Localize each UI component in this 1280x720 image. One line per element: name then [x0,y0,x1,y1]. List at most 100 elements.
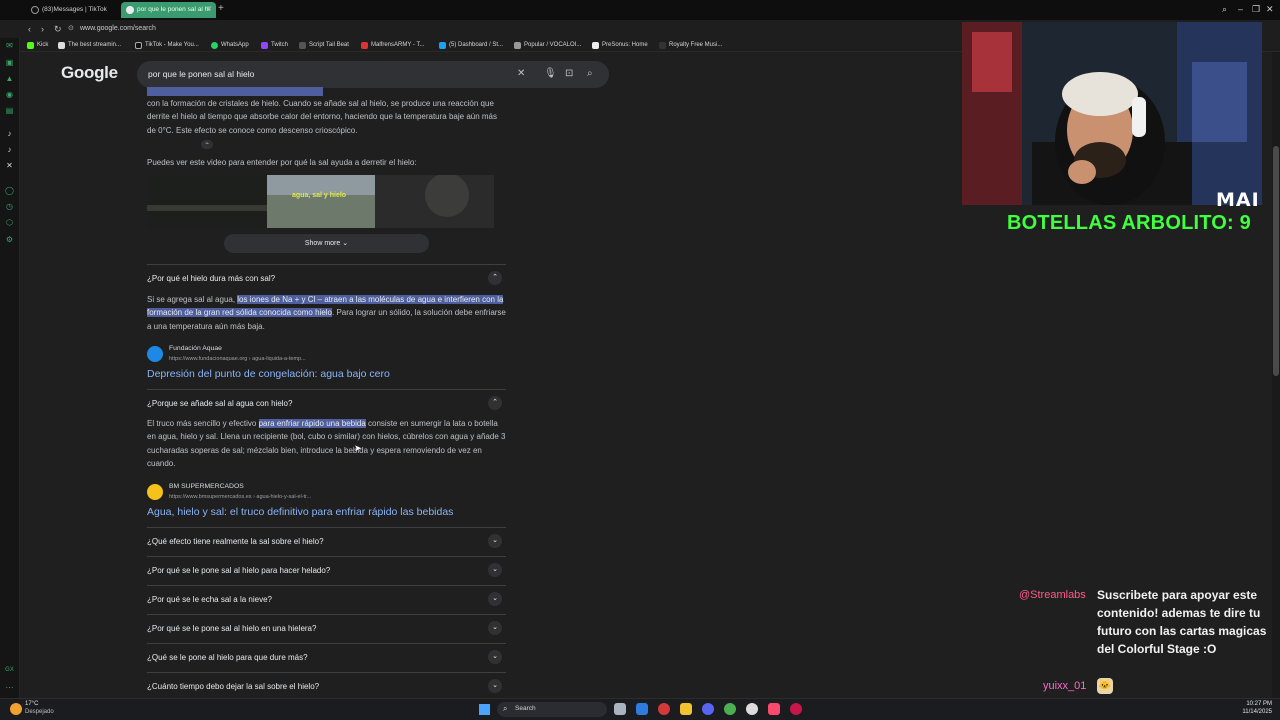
bookmark-whatsapp[interactable]: WhatsApp [211,40,249,50]
sidebar-more-icon[interactable]: ⋯ [5,683,14,692]
back-icon[interactable]: ‹ [28,23,31,35]
sidebar-discord-icon[interactable]: ◉ [5,90,14,99]
bookmark-presonus[interactable]: PreSonus: Home [592,40,648,50]
chevron-down-icon[interactable]: ⌄ [488,679,502,693]
chevron-up-icon[interactable]: ⌃ [488,271,502,285]
tab-google-search[interactable]: por que le ponen sal al hi ✕ [121,2,216,18]
restore-button[interactable]: ❐ [1252,3,1260,15]
source-url[interactable]: https://www.fundacionaquae.org › agua-li… [169,356,306,362]
bookmark-malfrens[interactable]: MalfrensARMY - T... [361,40,424,50]
link-icon[interactable]: ⌁ [201,140,213,149]
source-favicon [147,484,163,500]
task-view-icon[interactable] [614,703,626,715]
browser-sidebar: ✉ ▣ ▲ ◉ ▤ ♪ ♪ ✕ ◯ ◷ ⬡ ⚙ GX ⋯ [0,38,20,698]
video-thumbnail[interactable]: agua, sal y hielo [147,175,494,228]
sidebar-tiktok-icon[interactable]: ♪ [5,129,14,138]
opera-gx-icon[interactable] [658,703,670,715]
windows-start-icon[interactable] [479,704,490,715]
clear-icon[interactable]: ✕ [517,68,525,80]
minimize-button[interactable]: – [1238,3,1243,15]
tab-label: por que le ponen sal al hi [137,6,210,13]
bookmark-streaming[interactable]: The best streamin... [58,40,121,50]
bookmark-royalty-free[interactable]: Royalty Free Musi... [659,40,722,50]
microphone-icon[interactable]: 🎙 [544,68,557,80]
search-icon[interactable]: ⌕ [587,68,593,80]
question-expanded-1[interactable]: ¿Por qué el hielo dura más con sal? ⌃ [147,264,506,293]
question-title: ¿Por qué el hielo dura más con sal? [147,274,276,283]
clock-time[interactable]: 10:27 PM [1242,701,1272,707]
chevron-down-icon: ⌄ [342,240,349,247]
show-more-button[interactable]: Show more ⌄ [224,234,429,253]
sidebar-twitch-icon[interactable]: ▣ [5,58,14,67]
intro-text: con la formación de cristales de hielo. … [147,99,497,135]
forward-icon[interactable]: › [41,23,44,35]
reload-icon[interactable]: ↻ [54,23,62,35]
search-input[interactable]: por que le ponen sal al hielo [148,69,254,79]
result-link[interactable]: Agua, hielo y sal: el truco definitivo p… [147,506,453,518]
bookmark-vocaloid[interactable]: Popular / VOCALOI... [514,40,581,50]
chevron-up-icon[interactable]: ⌃ [488,396,502,410]
chevron-down-icon[interactable]: ⌄ [488,592,502,606]
windows-taskbar: 17°C Despejado ⌕ Search 10:27 PM 11/14/2… [0,698,1280,720]
chevron-down-icon[interactable]: ⌄ [488,621,502,635]
page-scrollbar[interactable] [1272,52,1280,698]
scrollbar-thumb[interactable] [1273,146,1279,376]
source-name: BM SUPERMERCADOS [169,483,244,490]
question-expanded-2[interactable]: ¿Porque se añade sal al agua con hielo? … [147,389,506,418]
chevron-down-icon[interactable]: ⌄ [488,650,502,664]
close-window-button[interactable]: ✕ [1266,3,1274,15]
result-link[interactable]: Depresión del punto de congelación: agua… [147,368,390,380]
weather-temperature: 17°C [25,701,39,707]
tab-tiktok[interactable]: (83)Messages | TikTok [26,2,118,18]
bookmark-tiktok[interactable]: TikTok - Make You... [135,40,199,50]
search-icon: ⌕ [503,704,508,713]
google-icon [126,6,134,14]
sidebar-extensions-icon[interactable]: ⬡ [5,218,14,227]
sidebar-chat-icon[interactable]: ▤ [5,106,14,115]
chat-message: Suscribete para apoyar este contenido! a… [1097,588,1267,656]
search-tabs-icon[interactable]: ⌕ [1222,3,1227,15]
taskbar-search[interactable]: ⌕ Search [497,702,607,717]
sidebar-settings-icon[interactable]: ⚙ [5,235,14,244]
sidebar-player-icon[interactable]: ▲ [5,74,14,83]
browser-tab-bar: (83)Messages | TikTok por que le ponen s… [0,0,1280,20]
chatgpt-icon[interactable] [746,703,758,715]
question-collapsed[interactable]: ¿Por qué se le pone sal al hielo para ha… [147,556,506,585]
bookmark-twitch[interactable]: Twitch [261,40,288,50]
bookmark-dashboard[interactable]: (5) Dashboard / St... [439,40,503,50]
file-explorer-icon[interactable] [680,703,692,715]
clock-date[interactable]: 11/14/2025 [1232,709,1272,715]
url-field[interactable]: www.google.com/search [80,24,156,34]
music-icon[interactable] [768,703,780,715]
question-collapsed[interactable]: ¿Qué efecto tiene realmente la sal sobre… [147,527,506,556]
edge-icon[interactable] [636,703,648,715]
lens-icon[interactable]: ⊡ [565,68,573,80]
cat-emote-icon: 🐱 [1097,678,1113,694]
weather-icon[interactable] [10,703,22,715]
webcam-label: MAI [1216,189,1260,211]
sidebar-x-icon[interactable]: ✕ [5,161,14,170]
bookmark-script[interactable]: Script Tail Beat [299,40,349,50]
source-url[interactable]: https://www.bmsupermercados.es › agua-hi… [169,494,311,500]
sidebar-gx-icon[interactable]: GX [5,666,14,675]
close-tab-icon[interactable]: ✕ [206,2,212,18]
question-collapsed[interactable]: ¿Por qué se le echa sal a la nieve? ⌄ [147,585,506,614]
sidebar-player2-icon[interactable]: ◯ [5,186,14,195]
sidebar-history-icon[interactable]: ◷ [5,202,14,211]
chevron-down-icon[interactable]: ⌄ [488,534,502,548]
chrome-icon[interactable] [724,703,736,715]
question-collapsed[interactable]: ¿Qué se le pone al hielo para que dure m… [147,643,506,672]
sidebar-messenger-icon[interactable]: ✉ [5,41,14,50]
bookmark-kick[interactable]: Kick [27,40,48,50]
bottle-counter: BOTELLAS ARBOLITO: 9 [1007,212,1251,234]
question-collapsed[interactable]: ¿Cuánto tiempo debo dejar la sal sobre e… [147,672,506,698]
discord-icon[interactable] [702,703,714,715]
question-collapsed[interactable]: ¿Por qué se le pone sal al hielo en una … [147,614,506,643]
search-box[interactable]: por que le ponen sal al hielo ✕ 🎙 ⊡ ⌕ [137,61,609,88]
chevron-down-icon[interactable]: ⌄ [488,563,502,577]
new-tab-button[interactable]: + [218,3,224,15]
google-logo[interactable]: Google [61,63,118,83]
sidebar-tiktok2-icon[interactable]: ♪ [5,145,14,154]
site-info-icon[interactable]: ⊙ [68,23,74,35]
opera-icon[interactable] [790,703,802,715]
